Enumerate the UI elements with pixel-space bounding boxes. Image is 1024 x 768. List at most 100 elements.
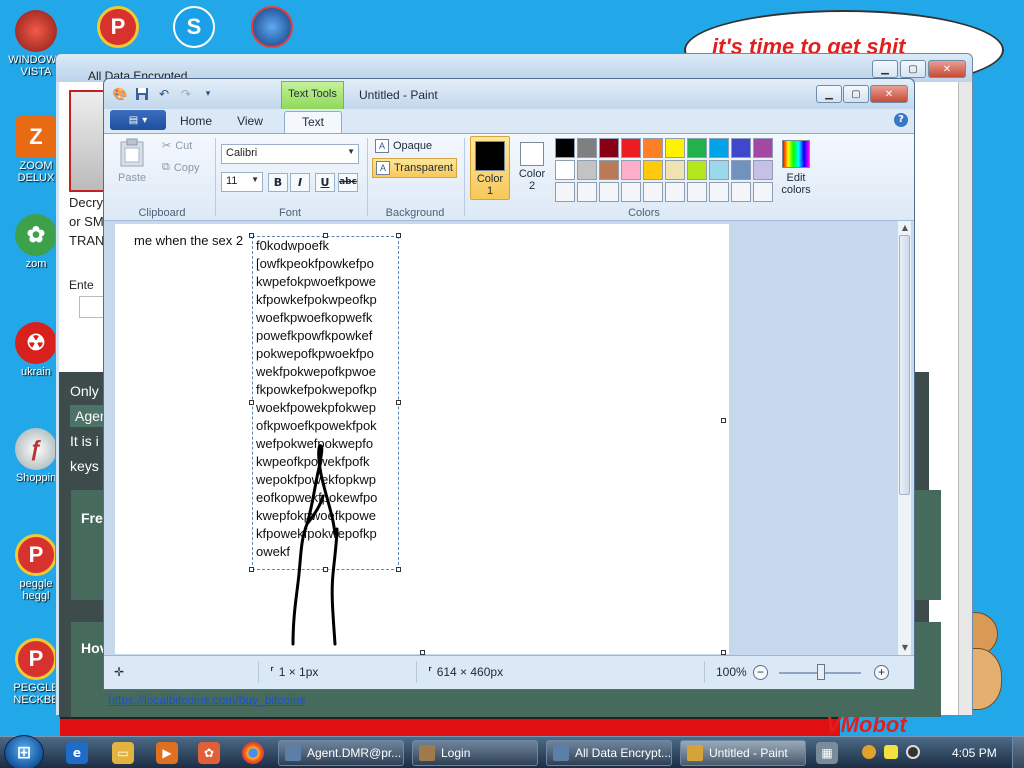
- palette-swatch[interactable]: [577, 160, 597, 180]
- taskbar-button-all-data-encrypted[interactable]: All Data Encrypt...: [546, 740, 672, 766]
- palette-swatch-empty[interactable]: [643, 182, 663, 202]
- palette-swatch[interactable]: [555, 138, 575, 158]
- font-family-select[interactable]: Calibri ▼: [221, 144, 359, 164]
- resize-handle[interactable]: [249, 567, 254, 572]
- paint-window[interactable]: 🎨 ↶ ↷ ▾ Text Tools Untitled - Paint ▁ ▢ …: [103, 78, 915, 690]
- scrollbar-thumb[interactable]: [899, 235, 910, 495]
- opaque-option[interactable]: A Opaque: [372, 136, 435, 156]
- palette-swatch-empty[interactable]: [731, 182, 751, 202]
- clock[interactable]: 4:05 PM: [952, 746, 997, 760]
- resize-handle[interactable]: [396, 400, 401, 405]
- maximize-button[interactable]: ▢: [843, 85, 869, 103]
- palette-swatch[interactable]: [709, 138, 729, 158]
- palette-swatch[interactable]: [621, 138, 641, 158]
- palette-swatch[interactable]: [599, 160, 619, 180]
- underline-button[interactable]: U: [315, 173, 335, 192]
- paste-button[interactable]: Paste: [118, 138, 146, 184]
- palette-swatch-empty[interactable]: [555, 182, 575, 202]
- color2-button[interactable]: Color 2: [512, 136, 552, 200]
- palette-swatch[interactable]: [665, 160, 685, 180]
- palette-swatch-empty[interactable]: [665, 182, 685, 202]
- palette-swatch[interactable]: [643, 138, 663, 158]
- bold-button[interactable]: B: [268, 173, 288, 192]
- search-icon[interactable]: [862, 745, 876, 759]
- drawing-canvas[interactable]: me when the sex 2 f0kodwpoefk [owfkpeokfp…: [115, 224, 729, 654]
- minimize-button[interactable]: ▁: [872, 60, 898, 78]
- palette-swatch[interactable]: [577, 138, 597, 158]
- maximize-button[interactable]: ▢: [900, 60, 926, 78]
- palette-swatch-empty[interactable]: [577, 182, 597, 202]
- media-player-icon[interactable]: ▶: [156, 742, 178, 764]
- app-icon[interactable]: ▦: [816, 742, 838, 764]
- copy-button[interactable]: ⧉ Copy: [162, 161, 200, 174]
- palette-swatch[interactable]: [753, 138, 773, 158]
- transparent-option[interactable]: A Transparent: [372, 158, 457, 178]
- palette-swatch[interactable]: [731, 138, 751, 158]
- palette-swatch[interactable]: [599, 138, 619, 158]
- desktop-icon-globe[interactable]: [240, 6, 304, 50]
- tab-view[interactable]: View: [226, 111, 274, 133]
- canvas-resize-handle[interactable]: [721, 418, 726, 423]
- vertical-scrollbar[interactable]: ▲ ▼: [897, 221, 911, 655]
- taskbar-button-paint[interactable]: Untitled - Paint: [680, 740, 806, 766]
- tab-home[interactable]: Home: [172, 111, 220, 133]
- paint-menu-button[interactable]: ▤ ▾: [110, 110, 166, 130]
- save-icon[interactable]: [134, 86, 150, 102]
- palette-swatch[interactable]: [709, 160, 729, 180]
- show-desktop-button[interactable]: [1012, 737, 1024, 768]
- italic-button[interactable]: I: [290, 173, 310, 192]
- customize-qat-icon[interactable]: ▾: [200, 86, 216, 102]
- vertical-scrollbar[interactable]: [958, 82, 972, 715]
- palette-swatch[interactable]: [621, 160, 641, 180]
- palette-swatch[interactable]: [555, 160, 575, 180]
- color1-button[interactable]: Color 1: [470, 136, 510, 200]
- tab-text[interactable]: Text: [284, 111, 342, 133]
- group-label-clipboard: Clipboard: [138, 207, 186, 219]
- zoom-slider-knob[interactable]: [817, 664, 825, 680]
- buy-bitcoins-link[interactable]: https://localbitcoins.com/buy_bitcoins: [108, 693, 305, 707]
- desktop-icon-peggle[interactable]: P: [86, 6, 150, 50]
- palette-swatch-empty[interactable]: [621, 182, 641, 202]
- notification-icon[interactable]: [884, 745, 898, 759]
- palette-swatch[interactable]: [687, 160, 707, 180]
- palette-swatch-empty[interactable]: [753, 182, 773, 202]
- edit-colors-button[interactable]: Edit colors: [776, 138, 816, 196]
- palette-swatch[interactable]: [753, 160, 773, 180]
- internet-explorer-icon[interactable]: e: [66, 742, 88, 764]
- minimize-button[interactable]: ▁: [816, 85, 842, 103]
- resize-handle[interactable]: [396, 567, 401, 572]
- palette-swatch-empty[interactable]: [687, 182, 707, 202]
- palette-swatch[interactable]: [731, 160, 751, 180]
- zoom-out-button[interactable]: −: [753, 665, 768, 680]
- strikethrough-button[interactable]: abc: [338, 173, 358, 192]
- resize-handle[interactable]: [396, 233, 401, 238]
- palette-swatch[interactable]: [643, 160, 663, 180]
- font-size-select[interactable]: 11 ▼: [221, 172, 263, 192]
- undo-icon[interactable]: ↶: [156, 86, 172, 102]
- app-icon[interactable]: ✿: [198, 742, 220, 764]
- cut-button[interactable]: ✂ Cut: [162, 139, 192, 153]
- window-titlebar[interactable]: 🎨 ↶ ↷ ▾ Text Tools Untitled - Paint ▁ ▢ …: [104, 79, 914, 109]
- resize-handle[interactable]: [249, 400, 254, 405]
- folder-icon[interactable]: ▭: [112, 742, 134, 764]
- desktop-icon-skype[interactable]: S: [162, 6, 226, 50]
- help-icon[interactable]: ?: [894, 113, 908, 127]
- zoom-in-button[interactable]: +: [874, 665, 889, 680]
- resize-handle[interactable]: [323, 233, 328, 238]
- paint-app-icon[interactable]: 🎨: [112, 86, 128, 102]
- app-tray-icon[interactable]: [906, 745, 920, 759]
- scroll-down-arrow[interactable]: ▼: [898, 641, 912, 655]
- close-button[interactable]: ✕: [928, 60, 966, 78]
- chrome-icon[interactable]: [242, 742, 264, 764]
- start-button[interactable]: ⊞: [4, 735, 44, 768]
- taskbar-button-agent[interactable]: Agent.DMR@pr...: [278, 740, 404, 766]
- resize-handle[interactable]: [249, 233, 254, 238]
- palette-swatch-empty[interactable]: [599, 182, 619, 202]
- taskbar-button-login[interactable]: Login: [412, 740, 538, 766]
- palette-swatch[interactable]: [665, 138, 685, 158]
- scroll-up-arrow[interactable]: ▲: [898, 221, 912, 235]
- close-button[interactable]: ✕: [870, 85, 908, 103]
- palette-swatch-empty[interactable]: [709, 182, 729, 202]
- redo-icon[interactable]: ↷: [178, 86, 194, 102]
- palette-swatch[interactable]: [687, 138, 707, 158]
